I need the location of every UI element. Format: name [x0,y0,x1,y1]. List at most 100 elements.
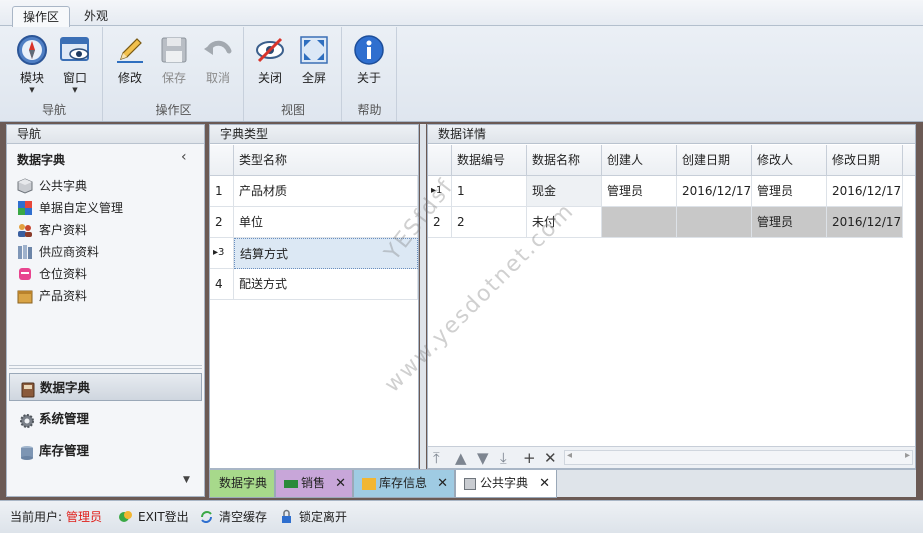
logout-icon [118,509,133,524]
document-tab-strip: 数据字典 销售 ✕ 库存信息 ✕ 公共字典 ✕ [209,469,916,498]
row-number: 1 [210,176,234,207]
row-indicator-header [428,145,452,176]
dictionary-type-panel: 字典类型 类型名称 1 产品材质 2 单位 ▸3 结算方式 4 配送方式 [209,124,419,469]
dictionary-icon [20,380,36,398]
nav-item-storage-locations[interactable]: 仓位资料 [17,264,87,284]
column-header-modifier[interactable]: 修改人 [752,145,827,176]
save-button[interactable]: 保存 [152,33,196,86]
edit-button[interactable]: 修改 [108,33,152,86]
group-label-help: 帮助 [357,103,382,117]
move-last-icon[interactable]: ⤓ [500,449,507,467]
nav-item-label: 客户资料 [39,223,88,237]
table-cell[interactable]: 2016/12/17 [677,176,752,207]
nav-splitter[interactable] [9,365,202,369]
compass-icon [15,33,49,67]
tab-operation-area[interactable]: 操作区 [12,6,71,27]
fullscreen-button[interactable]: 全屏 [292,33,336,86]
move-up-icon[interactable]: ▲ [455,449,467,467]
module-button-label: 模块 [19,71,44,85]
close-icon[interactable]: ✕ [335,470,346,497]
table-cell[interactable]: 2016/12/17 [827,176,903,207]
current-user: 当前用户: 管理员 [10,508,102,525]
table-cell[interactable]: 管理员 [752,176,827,207]
nav-item-label: 单据自定义管理 [39,201,124,215]
panel-splitter[interactable] [420,124,426,469]
sales-icon [284,479,298,488]
nav-item-public-dictionary[interactable]: 公共字典 [17,176,87,196]
table-cell[interactable]: 1 [452,176,527,207]
column-header-data-number[interactable]: 数据编号 [452,145,527,176]
table-row-selected[interactable]: 结算方式 [234,238,418,269]
nav-module-system-management[interactable]: 系统管理 [9,405,202,433]
puzzle-icon [17,200,33,216]
doc-tab-label: 库存信息 [379,476,428,490]
column-header-data-name[interactable]: 数据名称 [527,145,602,176]
about-button[interactable]: 关于 [347,33,391,86]
doc-tab-public-dictionary[interactable]: 公共字典 ✕ [455,470,557,498]
doc-tab-inventory-info[interactable]: 库存信息 ✕ [353,470,455,498]
nav-module-label: 系统管理 [39,411,90,426]
table-cell[interactable]: 管理员 [752,207,827,238]
nav-group-header[interactable]: 数据字典 [17,151,65,168]
column-header-creator[interactable]: 创建人 [602,145,677,176]
nav-item-products[interactable]: 产品资料 [17,286,87,306]
table-row[interactable]: 配送方式 [234,269,418,300]
cancel-button[interactable]: 取消 [196,33,240,86]
dictionary-type-grid-header: 类型名称 [210,145,418,176]
window-button-label: 窗口 [62,71,87,85]
column-header-modify-date[interactable]: 修改日期 [827,145,903,176]
column-header-create-date[interactable]: 创建日期 [677,145,752,176]
close-icon[interactable]: ✕ [539,470,550,497]
navigation-panel: 导航 数据字典 ‹ 公共字典 单据自定义管理 客户资料 供应商资料 仓位资料 产… [6,124,205,497]
doc-tab-data-dictionary[interactable]: 数据字典 [209,470,275,498]
table-cell[interactable] [602,207,677,238]
table-cell[interactable]: 现金 [527,176,602,207]
collapse-chevron-icon[interactable]: ‹ [181,149,187,165]
table-cell[interactable]: 2 [452,207,527,238]
nav-module-label: 数据字典 [40,380,91,395]
nav-item-custom-documents[interactable]: 单据自定义管理 [17,198,123,218]
table-cell[interactable]: 管理员 [602,176,677,207]
move-down-icon[interactable]: ▼ [477,449,489,467]
data-details-panel: 数据详情 数据编号 数据名称 创建人 创建日期 修改人 修改日期 ▸1 1 现金… [427,124,916,469]
column-header-type-name[interactable]: 类型名称 [234,145,418,176]
logout-button[interactable]: EXIT登出 [118,508,189,525]
move-first-icon[interactable]: ⤒ [433,449,440,467]
nav-more-arrow-icon[interactable]: ▼ [183,475,190,485]
table-cell[interactable]: 2016/12/17 [827,207,903,238]
clear-cache-button[interactable]: 清空缓存 [199,508,267,525]
scroll-right-icon[interactable]: ▸ [905,450,910,461]
data-details-grid-header: 数据编号 数据名称 创建人 创建日期 修改人 修改日期 [428,145,915,176]
group-label-view: 视图 [280,103,305,117]
add-record-icon[interactable]: + [523,449,536,467]
nav-item-suppliers[interactable]: 供应商资料 [17,242,99,262]
nav-module-data-dictionary[interactable]: 数据字典 [9,373,202,401]
nav-item-customers[interactable]: 客户资料 [17,220,87,240]
horizontal-scrollbar[interactable]: ◂ ▸ [564,450,913,465]
module-button[interactable]: 模块 ▼ [10,33,54,94]
row-number: ▸3 [210,238,234,269]
nav-item-label: 产品资料 [39,289,88,303]
save-button-label: 保存 [161,71,186,85]
ribbon-group-navigation: 模块 ▼ 窗口 ▼ 导航 [6,27,103,121]
current-user-label: 当前用户: [10,510,63,524]
table-cell[interactable]: 未付 [527,207,602,238]
dictionary-type-panel-title: 字典类型 [210,125,418,144]
fullscreen-icon [297,33,331,67]
row-number-value: 3 [218,247,225,258]
window-button[interactable]: 窗口 ▼ [53,33,97,94]
close-icon[interactable]: ✕ [437,470,448,497]
close-view-button[interactable]: 关闭 [248,33,292,86]
delete-record-icon[interactable]: ✕ [544,449,557,467]
table-row[interactable]: 产品材质 [234,176,418,207]
table-row[interactable]: 单位 [234,207,418,238]
row-number: 2 [210,207,234,238]
scroll-left-icon[interactable]: ◂ [567,450,572,461]
table-cell[interactable] [677,207,752,238]
tab-appearance[interactable]: 外观 [74,6,118,27]
group-label-navigation: 导航 [41,103,66,117]
ribbon-group-view: 关闭 全屏 视图 [245,27,342,121]
doc-tab-sales[interactable]: 销售 ✕ [275,470,353,498]
nav-module-inventory-management[interactable]: 库存管理 [9,437,202,465]
lock-button[interactable]: 锁定离开 [279,508,347,525]
